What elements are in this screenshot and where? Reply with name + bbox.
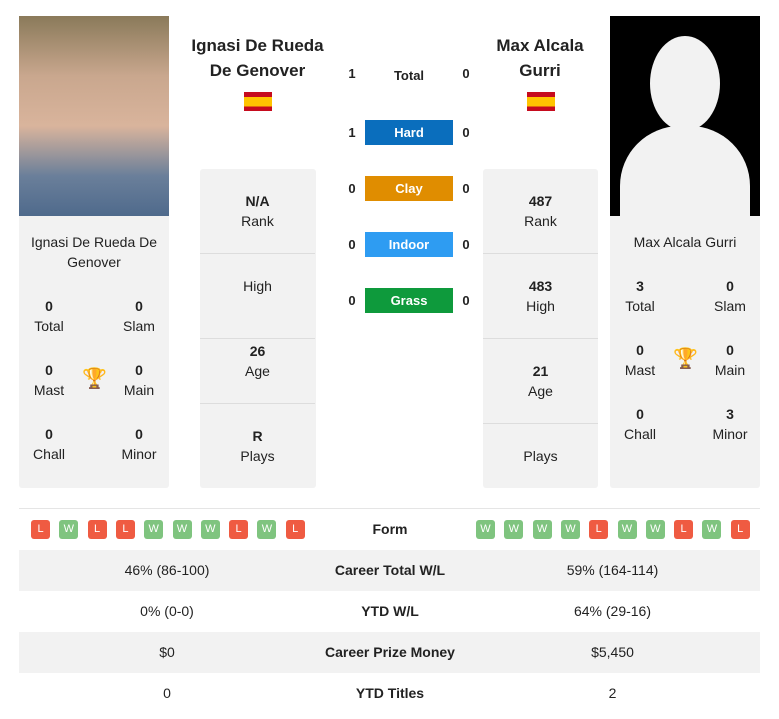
- player1-minor: 0 Minor: [121, 426, 157, 462]
- row-label: YTD Titles: [355, 685, 425, 701]
- player1-mast: 0 Mast: [33, 362, 65, 398]
- h2h-p2-indoor: 0: [462, 237, 470, 252]
- player1-total: 0 Total: [34, 298, 64, 334]
- player2-name[interactable]: Max Alcala Gurri: [465, 33, 615, 83]
- h2h-p2-total: 0: [462, 66, 470, 81]
- p2-value: 2: [608, 685, 617, 701]
- player2-chall: 0 Chall: [624, 406, 656, 442]
- h2h-total-label: Total: [393, 68, 425, 83]
- player2-minor: 3 Minor: [712, 406, 748, 442]
- p1-value: 46% (86-100): [124, 562, 210, 578]
- player1-name[interactable]: Ignasi De Rueda De Genover: [180, 33, 335, 83]
- player2-main: 0 Main: [714, 342, 746, 378]
- p1-value: $0: [159, 644, 175, 660]
- player1-photo: [19, 16, 169, 216]
- player1-plays: R Plays: [240, 428, 275, 464]
- player1-card-name: Ignasi De Rueda De Genover: [30, 234, 158, 270]
- player1-ranking-card: N/A Rank High 26 Age R Plays: [200, 169, 316, 488]
- h2h-p1-total: 1: [348, 66, 356, 81]
- player1-chall: 0 Chall: [33, 426, 65, 462]
- table-row: Form: [19, 509, 760, 550]
- player2-total: 3 Total: [625, 278, 655, 314]
- player1-age: 26 Age: [200, 339, 315, 404]
- h2h-p2-clay: 0: [462, 181, 470, 196]
- table-row: 46% (86-100) Career Total W/L 59% (164-1…: [19, 550, 760, 591]
- h2h-p2-hard: 0: [462, 125, 470, 140]
- player1-rank: N/A Rank: [200, 169, 315, 254]
- spain-flag-icon: [244, 92, 272, 111]
- player2-age: 21 Age: [483, 339, 598, 424]
- player2-photo-placeholder: [610, 16, 760, 216]
- surface-hard[interactable]: Hard: [365, 120, 453, 145]
- surface-indoor[interactable]: Indoor: [365, 232, 453, 257]
- player1-slam: 0 Slam: [123, 298, 155, 334]
- p2-value: 64% (29-16): [573, 603, 652, 619]
- player1-high: High: [200, 254, 315, 339]
- player2-slam: 0 Slam: [714, 278, 746, 314]
- h2h-p1-grass: 0: [348, 293, 356, 308]
- player2-rank: 487 Rank: [483, 169, 598, 254]
- h2h-p1-clay: 0: [348, 181, 356, 196]
- player2-stats-card: Max Alcala Gurri 3 Total 0 Slam 0 Mast 🏆 0M…: [610, 216, 760, 488]
- h2h-p2-grass: 0: [462, 293, 470, 308]
- row-label: YTD W/L: [361, 603, 419, 619]
- p2-value: 59% (164-114): [566, 562, 659, 578]
- player2-ranking-card: 487 Rank 483 High 21 Age Plays: [483, 169, 598, 488]
- table-row: $0 Career Prize Money $5,450: [19, 632, 760, 673]
- table-row: 0 YTD Titles 2: [19, 673, 760, 714]
- p1-value: 0% (0-0): [140, 603, 194, 619]
- player1-main: 0 Main: [123, 362, 155, 398]
- surface-clay[interactable]: Clay: [365, 176, 453, 201]
- h2h-p1-indoor: 0: [348, 237, 356, 252]
- player2-card-name: Max Alcala Gurri: [633, 234, 737, 250]
- player2-mast: 0 Mast: [624, 342, 656, 378]
- p2-value: $5,450: [591, 644, 634, 660]
- player2-high: 483 High: [483, 254, 598, 339]
- spain-flag-icon: [527, 92, 555, 111]
- p1-value: 0: [163, 685, 171, 701]
- h2h-p1-hard: 1: [348, 125, 356, 140]
- row-label: Career Prize Money: [325, 644, 455, 660]
- player1-stats-card: Ignasi De Rueda De Genover 0 Total 0 Slam 0…: [19, 216, 169, 488]
- player2-plays: Plays: [523, 448, 558, 464]
- row-label: Form: [372, 521, 408, 537]
- row-label: Career Total W/L: [334, 562, 446, 578]
- table-row: 0% (0-0) YTD W/L 64% (29-16): [19, 591, 760, 632]
- surface-grass[interactable]: Grass: [365, 288, 453, 313]
